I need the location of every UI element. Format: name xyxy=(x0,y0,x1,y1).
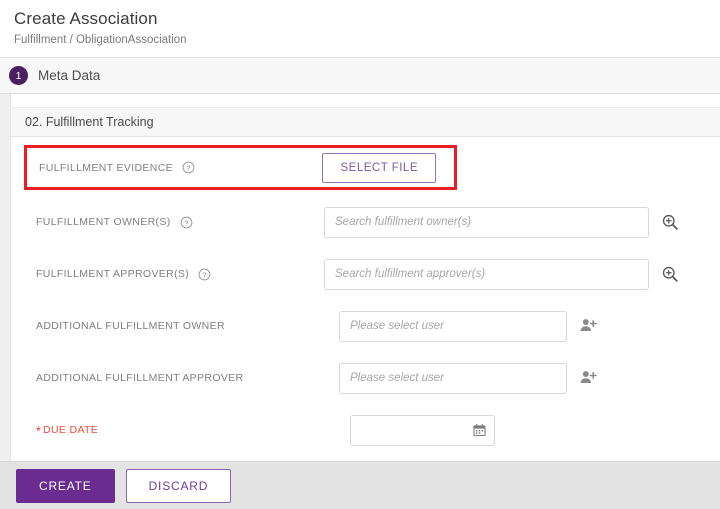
fulfillment-owners-label: FULFILLMENT OWNER(S) ? xyxy=(36,216,193,229)
field-row-fulfillment-owners: FULFILLMENT OWNER(S) ? xyxy=(11,196,720,248)
search-plus-icon[interactable] xyxy=(661,213,679,231)
help-circle-icon[interactable]: ? xyxy=(182,161,195,174)
additional-fulfillment-owner-control xyxy=(339,311,597,342)
due-date-control xyxy=(350,415,495,446)
fulfillment-evidence-label: FULFILLMENT EVIDENCE ? xyxy=(39,161,195,174)
help-circle-icon[interactable]: ? xyxy=(198,268,211,281)
step-number-badge: 1 xyxy=(9,66,28,85)
form-fields: FULFILLMENT EVIDENCE ? SELECT FILE xyxy=(11,137,720,461)
user-add-icon[interactable] xyxy=(579,369,597,387)
additional-fulfillment-owner-input[interactable] xyxy=(339,311,567,342)
additional-fulfillment-approver-control xyxy=(339,363,597,394)
fulfillment-owners-label-text: FULFILLMENT OWNER(S) xyxy=(36,216,171,228)
additional-fulfillment-approver-input[interactable] xyxy=(339,363,567,394)
field-row-due-date: * DUE DATE xyxy=(11,404,720,456)
due-date-label: * DUE DATE xyxy=(36,424,98,436)
page-title: Create Association xyxy=(14,8,706,30)
fulfillment-approvers-label: FULFILLMENT APPROVER(S) ? xyxy=(36,268,211,281)
due-date-label-text: DUE DATE xyxy=(43,424,98,436)
create-association-page: Create Association Fulfillment / Obligat… xyxy=(0,0,720,509)
fulfillment-evidence-label-text: FULFILLMENT EVIDENCE xyxy=(39,162,173,174)
form-body: 02. Fulfillment Tracking FULFILLMENT EVI… xyxy=(0,94,720,461)
field-row-additional-fulfillment-approver: ADDITIONAL FULFILLMENT APPROVER xyxy=(11,352,720,404)
calendar-icon[interactable] xyxy=(473,424,486,437)
additional-fulfillment-owner-label: ADDITIONAL FULFILLMENT OWNER xyxy=(36,320,225,332)
user-add-icon[interactable] xyxy=(579,317,597,335)
required-asterisk: * xyxy=(36,425,41,437)
breadcrumb: Fulfillment / ObligationAssociation xyxy=(14,32,706,48)
svg-text:?: ? xyxy=(186,163,190,172)
additional-fulfillment-owner-label-text: ADDITIONAL FULFILLMENT OWNER xyxy=(36,320,225,332)
discard-button[interactable]: DISCARD xyxy=(126,469,232,503)
step-label[interactable]: Meta Data xyxy=(38,68,100,83)
select-file-button[interactable]: SELECT FILE xyxy=(322,153,436,183)
form-card: 02. Fulfillment Tracking FULFILLMENT EVI… xyxy=(10,94,720,461)
section-title: 02. Fulfillment Tracking xyxy=(25,115,154,129)
fulfillment-owners-control xyxy=(324,207,679,238)
search-plus-icon[interactable] xyxy=(661,265,679,283)
field-row-fulfillment-evidence: FULFILLMENT EVIDENCE ? SELECT FILE xyxy=(24,145,457,190)
page-header: Create Association Fulfillment / Obligat… xyxy=(0,0,720,58)
fulfillment-approvers-label-text: FULFILLMENT APPROVER(S) xyxy=(36,268,189,280)
section-header-fulfillment-tracking: 02. Fulfillment Tracking xyxy=(11,107,720,137)
field-row-fulfillment-approvers: FULFILLMENT APPROVER(S) ? xyxy=(11,248,720,300)
fulfillment-approvers-control xyxy=(324,259,679,290)
field-row-additional-fulfillment-owner: ADDITIONAL FULFILLMENT OWNER xyxy=(11,300,720,352)
fulfillment-approvers-input[interactable] xyxy=(324,259,649,290)
due-date-input-wrapper xyxy=(350,415,495,446)
form-footer: CREATE DISCARD xyxy=(0,461,720,509)
card-top-padding xyxy=(11,94,720,107)
left-gutter xyxy=(0,94,10,461)
create-button[interactable]: CREATE xyxy=(16,469,115,503)
wizard-step-bar: 1 Meta Data xyxy=(0,58,720,94)
additional-fulfillment-approver-label-text: ADDITIONAL FULFILLMENT APPROVER xyxy=(36,372,243,384)
svg-text:?: ? xyxy=(184,218,188,227)
fulfillment-owners-input[interactable] xyxy=(324,207,649,238)
svg-text:?: ? xyxy=(202,270,206,279)
help-circle-icon[interactable]: ? xyxy=(180,216,193,229)
additional-fulfillment-approver-label: ADDITIONAL FULFILLMENT APPROVER xyxy=(36,372,243,384)
